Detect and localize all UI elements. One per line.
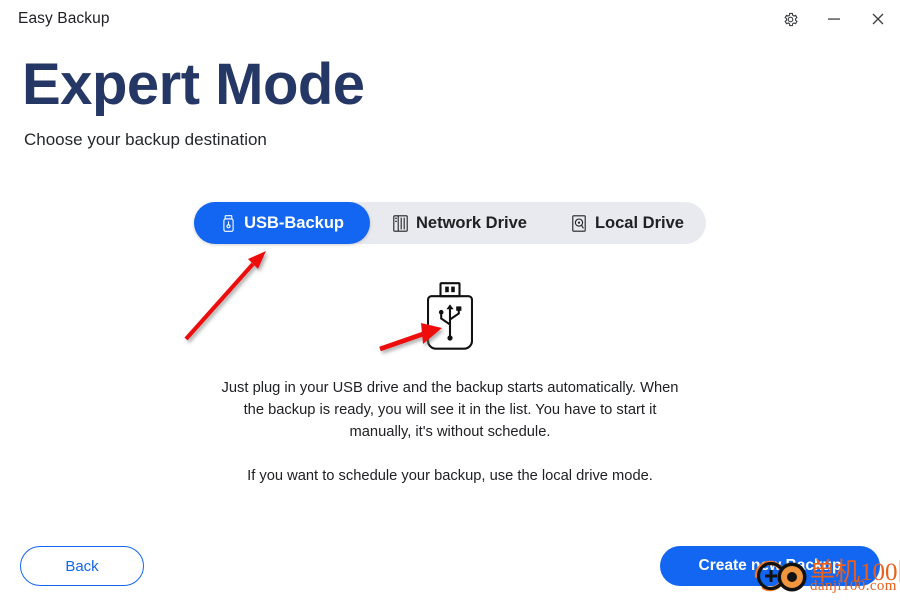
description-paragraph-1: Just plug in your USB drive and the back… <box>221 380 679 441</box>
gear-icon <box>782 11 799 28</box>
footer-bar: Back Create new Backup <box>0 532 900 600</box>
page-subtitle: Choose your backup destination <box>24 130 267 149</box>
app-title: Easy Backup <box>18 10 110 27</box>
destination-tabs-wrapper: USB-Backup Network Drive Local Drive <box>0 202 900 244</box>
server-rack-icon <box>392 214 408 232</box>
minimize-button[interactable] <box>812 0 856 38</box>
hard-disk-icon <box>571 214 587 232</box>
usb-flash-drive-icon <box>426 282 474 355</box>
description-paragraph-2: If you want to schedule your backup, use… <box>247 468 653 485</box>
usb-illustration <box>0 282 900 355</box>
tab-usb-backup[interactable]: USB-Backup <box>194 202 370 244</box>
create-new-backup-button[interactable]: Create new Backup <box>660 546 880 586</box>
close-icon <box>869 10 887 28</box>
title-bar: Easy Backup <box>0 0 900 38</box>
back-button[interactable]: Back <box>20 546 144 586</box>
tab-local-drive[interactable]: Local Drive <box>549 202 706 244</box>
settings-button[interactable] <box>768 0 812 38</box>
mode-description: Just plug in your USB drive and the back… <box>215 377 685 487</box>
page-header: Expert Mode Choose your backup destinati… <box>0 38 900 150</box>
page-title: Expert Mode <box>22 52 365 117</box>
tab-local-drive-label: Local Drive <box>594 213 684 232</box>
tab-network-drive[interactable]: Network Drive <box>370 202 549 244</box>
close-button[interactable] <box>856 0 900 38</box>
destination-tabs: USB-Backup Network Drive Local Drive <box>194 202 706 244</box>
minimize-icon <box>825 10 843 28</box>
tab-network-drive-label: Network Drive <box>416 213 527 232</box>
usb-stick-icon <box>220 214 236 232</box>
tab-usb-backup-label: USB-Backup <box>244 213 344 232</box>
